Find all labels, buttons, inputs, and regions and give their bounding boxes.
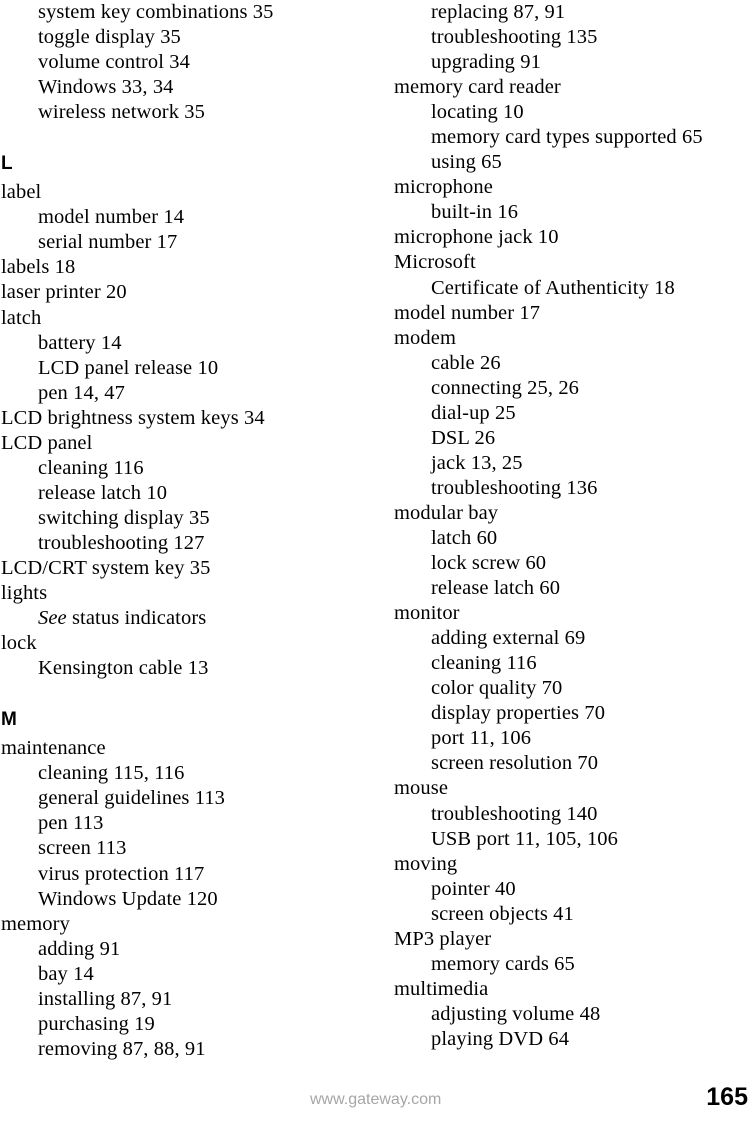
index-subentry: wireless network 35 [38,101,206,124]
index-subentry: latch 60 [431,526,498,549]
index-page: system key combinations 35 toggle display… [0,0,750,1121]
index-subentry: playing DVD 64 [431,1027,570,1050]
index-entry: laser printer 20 [1,281,127,304]
index-subentry: troubleshooting 135 [431,26,598,49]
index-entry: microphone jack 10 [394,226,559,249]
index-subentry: pointer 40 [431,877,516,900]
see-target: status indicators [66,607,207,630]
index-entry: LCD panel [1,431,93,454]
index-subentry: battery 14 [38,331,122,354]
index-subentry: replacing 87, 91 [431,1,566,23]
index-entry: memory [1,912,70,935]
index-subentry: locating 10 [431,101,524,124]
index-entry: microphone [394,176,493,199]
index-subentry: adding external 69 [431,627,586,650]
index-subentry: switching display 35 [38,506,210,529]
index-subentry: screen 113 [38,837,127,860]
index-subentry: troubleshooting 136 [431,476,598,499]
index-subentry: release latch 60 [431,577,561,600]
see-label: See [38,607,67,630]
index-entry: LCD/CRT system key 35 [1,556,211,579]
index-subentry: cleaning 115, 116 [38,762,185,785]
index-subentry: upgrading 91 [431,51,541,74]
index-subentry: model number 14 [38,206,185,229]
index-subentry: memory card types supported 65 [431,126,703,149]
index-subentry: general guidelines 113 [38,787,226,810]
index-subentry: toggle display 35 [38,26,181,49]
index-subentry: port 11, 106 [431,727,532,750]
index-column-left: system key combinations 35 toggle display… [0,0,375,1062]
page-footer: www.gateway.com 165 [0,1061,750,1121]
letter-heading-m: M [1,709,17,731]
index-subentry: cable 26 [431,351,501,374]
index-entry: latch [1,306,42,329]
index-subentry: release latch 10 [38,481,168,504]
index-subentry: Certificate of Authenticity 18 [431,276,675,299]
index-entry: multimedia [394,977,489,1000]
index-subentry: built-in 16 [431,201,519,224]
index-columns: system key combinations 35 toggle display… [0,0,750,1060]
index-entry: modem [394,326,456,349]
page-number: 165 [706,1083,748,1111]
index-entry: lights [1,582,48,605]
index-subentry: LCD panel release 10 [38,356,219,379]
index-subentry: dial-up 25 [431,401,516,424]
index-subentry: screen resolution 70 [431,752,599,775]
index-entry: MP3 player [394,927,492,950]
index-subentry: purchasing 19 [38,1012,155,1035]
index-subentry: pen 113 [38,812,104,835]
index-subentry: Kensington cable 13 [38,657,209,680]
index-subentry: volume control 34 [38,51,191,74]
index-subentry: lock screw 60 [431,552,547,575]
index-entry: labels 18 [1,256,76,279]
index-subentry: troubleshooting 127 [38,531,205,554]
index-subentry: memory cards 65 [431,952,575,975]
index-subentry: virus protection 117 [38,862,205,885]
index-entry: moving [394,852,458,875]
index-entry: modular bay [394,501,499,524]
index-subentry: cleaning 116 [431,652,537,675]
index-entry: memory card reader [394,76,561,99]
index-subentry: system key combinations 35 [38,1,274,23]
index-subentry: connecting 25, 26 [431,376,580,399]
index-entry: lock [1,632,37,655]
index-subentry: Windows Update 120 [38,887,218,910]
index-subentry: DSL 26 [431,426,496,449]
index-subentry: USB port 11, 105, 106 [431,827,618,850]
footer-website-url: www.gateway.com [310,1091,442,1108]
index-subentry: using 65 [431,151,502,174]
index-entry: monitor [394,602,460,625]
index-entry: Microsoft [394,251,476,274]
index-entry: maintenance [1,737,106,760]
index-subentry: installing 87, 91 [38,987,173,1010]
index-subentry: pen 14, 47 [38,381,125,404]
letter-heading-l: L [1,153,13,175]
index-subentry: adding 91 [38,937,121,960]
index-subentry: display properties 70 [431,702,606,725]
index-subentry: removing 87, 88, 91 [38,1037,206,1060]
index-entry: model number 17 [394,301,541,324]
index-entry: LCD brightness system keys 34 [1,406,265,429]
index-column-right: replacing 87, 91 troubleshooting 135 upgra… [375,0,750,1052]
index-subentry: Windows 33, 34 [38,76,174,99]
index-entry: mouse [394,777,449,800]
index-subentry: screen objects 41 [431,902,574,925]
index-subentry: bay 14 [38,962,94,985]
index-subentry: troubleshooting 140 [431,802,598,825]
index-entry: label [1,181,42,204]
index-subentry: serial number 17 [38,231,178,254]
index-subentry: cleaning 116 [38,456,144,479]
index-subentry: jack 13, 25 [431,451,523,474]
index-subentry: color quality 70 [431,677,563,700]
index-cross-reference: See status indicators [1,606,375,631]
index-subentry: adjusting volume 48 [431,1002,601,1025]
